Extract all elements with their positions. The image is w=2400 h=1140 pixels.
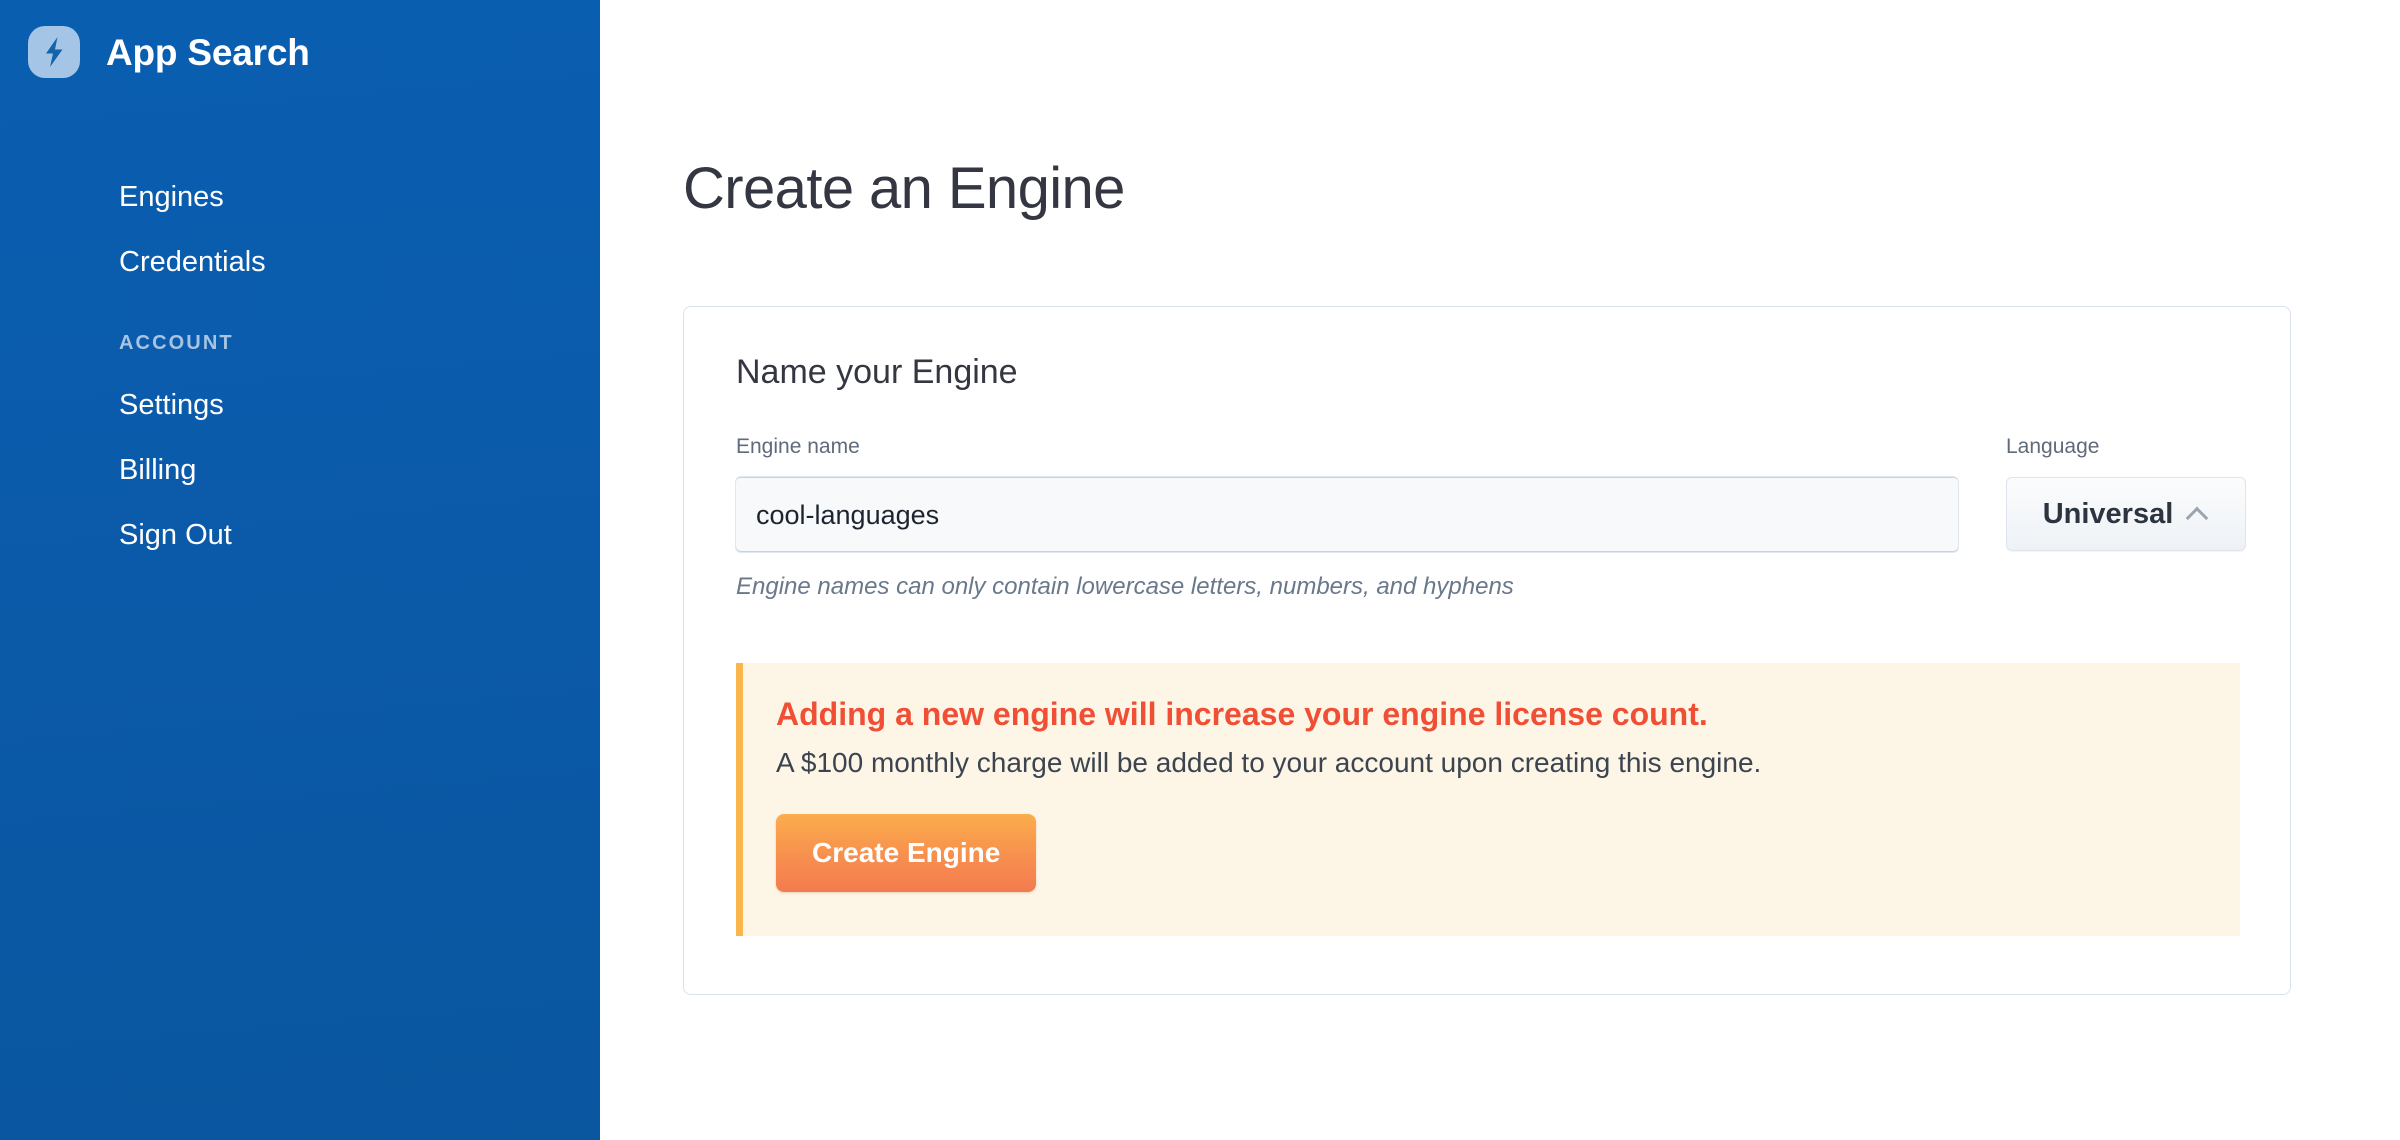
brand[interactable]: App Search bbox=[0, 0, 600, 78]
language-label: Language bbox=[2006, 435, 2100, 458]
page-title: Create an Engine bbox=[683, 156, 1125, 221]
chevron-up-icon bbox=[2187, 507, 2209, 521]
callout-title: Adding a new engine will increase your e… bbox=[776, 696, 1708, 732]
create-engine-card: Name your Engine Engine name Engine name… bbox=[683, 306, 2291, 995]
language-select-value: Universal bbox=[2042, 497, 2174, 530]
main-content: Create an Engine Name your Engine Engine… bbox=[600, 0, 2400, 1140]
create-engine-button[interactable]: Create Engine bbox=[776, 813, 1037, 892]
sidebar-item-settings[interactable]: Settings bbox=[119, 391, 600, 420]
language-select-button[interactable]: Universal bbox=[2006, 477, 2246, 551]
sidebar-item-engines[interactable]: Engines bbox=[119, 183, 600, 212]
engine-name-input[interactable] bbox=[736, 477, 1958, 552]
license-warning-callout: Adding a new engine will increase your e… bbox=[736, 663, 2240, 936]
sidebar-item-billing[interactable]: Billing bbox=[119, 456, 600, 485]
sidebar-nav: Engines Credentials ACCOUNT Settings Bil… bbox=[0, 183, 600, 550]
lightning-bolt-icon bbox=[28, 26, 80, 78]
language-field-group: Language Universal bbox=[2006, 436, 2246, 551]
callout-body: A $100 monthly charge will be added to y… bbox=[776, 747, 1762, 779]
sidebar-item-credentials[interactable]: Credentials bbox=[119, 248, 600, 277]
form-row: Engine name Engine names can only contai… bbox=[736, 436, 2246, 599]
engine-name-field-group: Engine name Engine names can only contai… bbox=[736, 436, 1958, 599]
engine-name-label: Engine name bbox=[736, 435, 860, 458]
card-heading: Name your Engine bbox=[736, 353, 1018, 391]
brand-title: App Search bbox=[106, 31, 310, 73]
app-root: App Search Engines Credentials ACCOUNT S… bbox=[0, 0, 2400, 1140]
sidebar-item-sign-out[interactable]: Sign Out bbox=[119, 521, 600, 550]
sidebar: App Search Engines Credentials ACCOUNT S… bbox=[0, 0, 600, 1140]
sidebar-section-account: ACCOUNT bbox=[119, 332, 234, 354]
engine-name-helper-text: Engine names can only contain lowercase … bbox=[736, 573, 1514, 600]
